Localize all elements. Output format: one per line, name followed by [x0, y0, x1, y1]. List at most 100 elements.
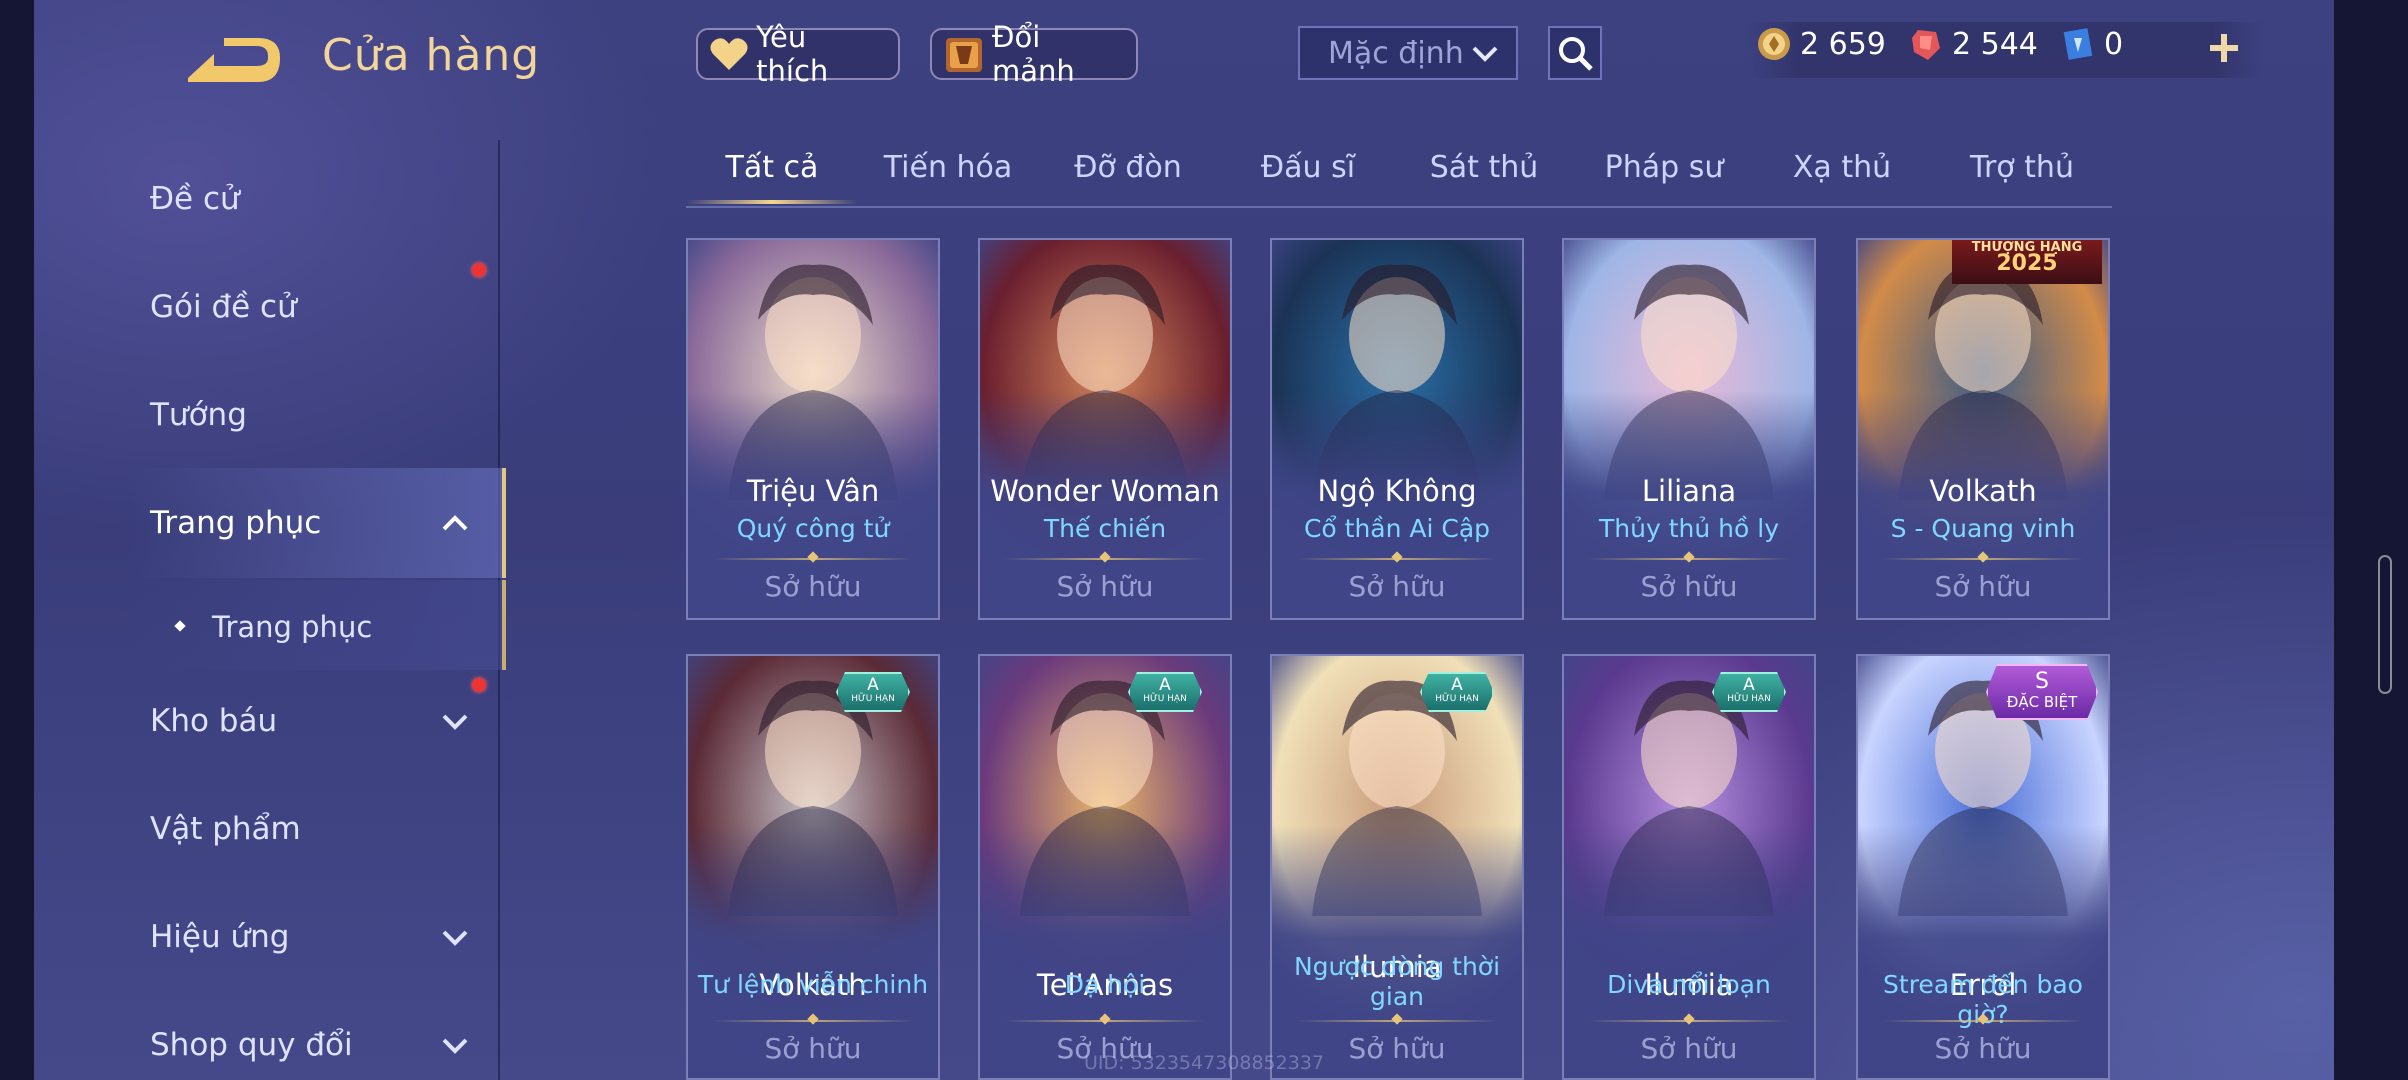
- tab-support[interactable]: Trợ thủ: [1936, 150, 2108, 200]
- sidebar-item-treasure[interactable]: Kho báu: [150, 686, 490, 756]
- sidebar-item-heroes[interactable]: Tướng: [150, 380, 490, 450]
- add-currency-button[interactable]: [2204, 24, 2244, 72]
- skin-card[interactable]: Volkath Tư lệnh viễn chinh Sở hữu A HỮU HẠN: [686, 654, 940, 1080]
- owned-status: Sở hữu: [1348, 570, 1446, 603]
- skin-card[interactable]: Ilumia Ngược dòng thời gian Sở hữu A HỮU HẠN: [1270, 654, 1524, 1080]
- tab-all[interactable]: Tất cả: [686, 150, 858, 200]
- chevron-up-icon: [442, 515, 468, 531]
- card-divider: [712, 1013, 914, 1025]
- sidebar-item-label: Shop quy đổi: [150, 1027, 353, 1063]
- chevron-down-icon: [1472, 46, 1498, 62]
- sidebar-item-items[interactable]: Vật phẩm: [150, 794, 490, 864]
- sidebar-item-recommended-packs[interactable]: Gói đề cử: [150, 272, 490, 342]
- page-title: Cửa hàng: [322, 30, 541, 81]
- sidebar-item-label: Đề cử: [150, 181, 240, 217]
- skin-card[interactable]: ErrolStream đến bao giờ?Sở hữuSĐẶC BIỆT: [1856, 654, 2110, 1080]
- hero-name: Triệu Vân: [746, 474, 880, 508]
- card-divider: [1882, 1013, 2084, 1025]
- card-divider: [1296, 1013, 1498, 1025]
- sidebar-item-exchange-shop[interactable]: Shop quy đổi: [150, 1010, 490, 1080]
- skin-card[interactable]: Triệu Vân Quý công tử Sở hữu: [686, 238, 940, 620]
- scroll-indicator[interactable]: [2378, 555, 2392, 694]
- active-tab-underline: [686, 200, 858, 204]
- sort-dropdown[interactable]: Mặc định: [1298, 26, 1518, 80]
- skin-name: Ngược dòng thời gian: [1293, 952, 1501, 1011]
- skin-name: Cổ thần Ai Cập: [1303, 514, 1491, 543]
- skin-card[interactable]: Wonder Woman Thế chiến Sở hữu: [978, 238, 1232, 620]
- rarity-badge: A HỮU HẠN: [1420, 672, 1494, 712]
- sort-value: Mặc định: [1328, 35, 1464, 71]
- hero-name: Wonder Woman: [990, 474, 1220, 508]
- card-divider: [1296, 551, 1498, 563]
- skin-card[interactable]: Ilumia Diva nổi loạn Sở hữu A HỮU HẠN: [1562, 654, 1816, 1080]
- tab-tank[interactable]: Đỡ đòn: [1042, 150, 1214, 200]
- chevron-down-icon: [442, 1038, 468, 1054]
- card-divider: [1588, 551, 1790, 563]
- shard-exchange-button[interactable]: Đổi mảnh: [930, 20, 1138, 88]
- rarity-badge: A HỮU HẠN: [836, 672, 910, 712]
- screen-edge-left: [0, 0, 34, 1080]
- rank-badge: THƯỢNG HẠNG 2025: [1952, 240, 2102, 284]
- sidebar-item-label: Gói đề cử: [150, 289, 297, 325]
- tab-label: Tất cả: [725, 150, 819, 185]
- owned-status: Sở hữu: [764, 570, 862, 603]
- tab-label: Trợ thủ: [1970, 150, 2074, 185]
- skin-name: Thủy thủ hồ ly: [1599, 514, 1779, 543]
- owned-status: Sở hữu: [1934, 570, 2032, 603]
- tab-label: Sát thủ: [1429, 150, 1539, 185]
- owned-status: Sở hữu: [1056, 570, 1154, 603]
- voucher-icon: [2063, 28, 2093, 60]
- voucher-amount: 0: [2104, 26, 2124, 62]
- tab-mage[interactable]: Pháp sư: [1578, 150, 1750, 200]
- ruby-currency: 2 544: [1908, 26, 2038, 62]
- tab-assassin[interactable]: Sát thủ: [1398, 150, 1570, 200]
- search-icon: [1559, 37, 1593, 71]
- favorite-button[interactable]: Yêu thích: [696, 20, 900, 88]
- gold-amount: 2 659: [1800, 26, 1886, 62]
- chevron-down-icon: [442, 930, 468, 946]
- ruby-amount: 2 544: [1952, 26, 2038, 62]
- card-divider: [1588, 1013, 1790, 1025]
- tab-label: Pháp sư: [1604, 150, 1724, 185]
- plus-icon: [2210, 34, 2238, 62]
- skin-name: S - Quang vinh: [1890, 514, 2076, 543]
- tab-label: Đấu sĩ: [1260, 150, 1356, 185]
- hero-name: Liliana: [1641, 474, 1737, 508]
- hero-name: Volkath: [1929, 474, 2037, 508]
- skin-card[interactable]: Ngộ Không Cổ thần Ai Cập Sở hữu: [1270, 238, 1524, 620]
- sidebar-item-effects[interactable]: Hiệu ứng: [150, 902, 490, 972]
- sidebar-item-recommended[interactable]: Đề cử: [150, 164, 490, 234]
- card-divider: [1004, 1013, 1206, 1025]
- card-divider: [1004, 551, 1206, 563]
- shard-label: Đổi mảnh: [992, 20, 1075, 88]
- sidebar-item-label: Vật phẩm: [150, 811, 301, 847]
- tab-marksman[interactable]: Xạ thủ: [1756, 150, 1928, 200]
- sidebar-item-skins[interactable]: Trang phục: [150, 488, 490, 558]
- screen-edge-right: [2334, 0, 2408, 1080]
- hero-name: Ngộ Không: [1317, 474, 1477, 508]
- owned-status: Sở hữu: [1934, 1032, 2032, 1065]
- skin-card[interactable]: Volkath S - Quang vinh Sở hữu THƯỢNG HẠNG 20…: [1856, 238, 2110, 620]
- owned-status: Sở hữu: [1640, 1032, 1738, 1065]
- sidebar-item-label: Tướng: [150, 397, 247, 433]
- favorite-label: Yêu thích: [756, 20, 829, 88]
- heart-icon: [708, 32, 750, 76]
- back-arrow-icon: [188, 38, 280, 82]
- owned-status: Sở hữu: [764, 1032, 862, 1065]
- voucher-currency: 0: [2060, 26, 2123, 62]
- skin-card[interactable]: Liliana Thủy thủ hồ ly Sở hữu: [1562, 238, 1816, 620]
- sidebar-item-label: Kho báu: [150, 703, 278, 739]
- tab-fighter[interactable]: Đấu sĩ: [1222, 150, 1394, 200]
- search-button[interactable]: [1548, 26, 1602, 80]
- owned-status: Sở hữu: [1640, 570, 1738, 603]
- sidebar-item-label: Hiệu ứng: [150, 919, 290, 955]
- back-button[interactable]: [184, 34, 284, 90]
- role-tabs: Tất cả Tiến hóa Đỡ đòn Đấu sĩ Sát thủ Ph…: [686, 140, 2112, 208]
- card-divider: [1882, 551, 2084, 563]
- rarity-badge: A HỮU HẠN: [1712, 672, 1786, 712]
- chevron-down-icon: [442, 714, 468, 730]
- skin-card[interactable]: Tel'Annas Dạ hội Sở hữu A HỮU HẠN: [978, 654, 1232, 1080]
- skin-name: Diva nổi loạn: [1607, 970, 1771, 999]
- sidebar-subitem-skins[interactable]: Trang phục: [174, 592, 526, 662]
- tab-evolution[interactable]: Tiến hóa: [862, 150, 1034, 200]
